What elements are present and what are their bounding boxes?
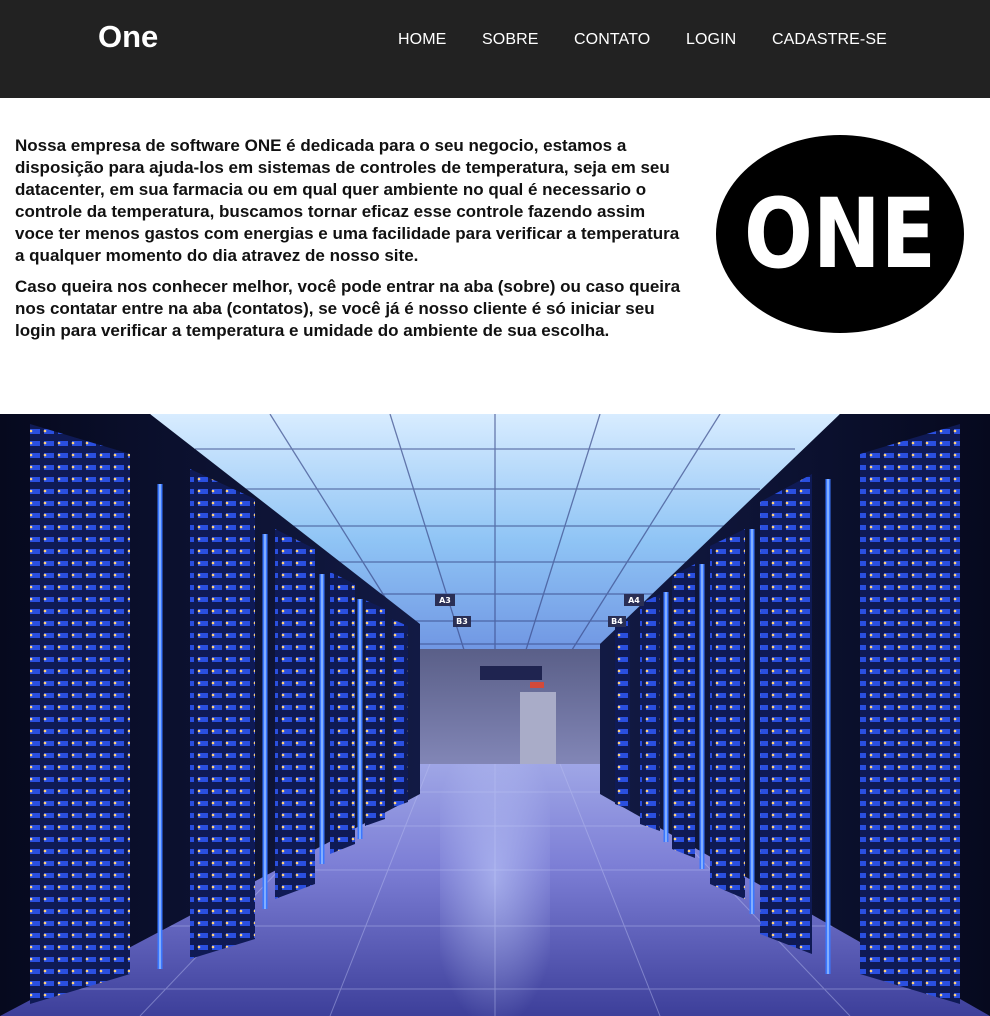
sign-b3: B3 xyxy=(456,617,468,626)
intro-section: Nossa empresa de software ONE é dedicada… xyxy=(15,135,685,351)
nav-home[interactable]: HOME xyxy=(398,30,446,50)
intro-brand-name: ONE xyxy=(244,136,282,155)
intro-paragraph-1: Nossa empresa de software ONE é dedicada… xyxy=(15,135,685,267)
intro-paragraph-2: Caso queira nos conhecer melhor, você po… xyxy=(15,277,681,340)
nav-contato[interactable]: CONTATO xyxy=(574,30,650,50)
sign-a3: A3 xyxy=(439,596,451,605)
sign-a4: A4 xyxy=(628,596,640,605)
main-nav: HOME SOBRE CONTATO LOGIN CADASTRE-SE xyxy=(0,30,990,52)
logo-text: ONE xyxy=(744,178,936,290)
site-header: One HOME SOBRE CONTATO LOGIN CADASTRE-SE xyxy=(0,0,990,98)
nav-login[interactable]: LOGIN xyxy=(686,30,736,50)
datacenter-corridor-image: A3 A4 B3 B4 xyxy=(0,414,990,1016)
intro-p1-start: Nossa empresa de software xyxy=(15,136,245,155)
nav-sobre[interactable]: SOBRE xyxy=(482,30,539,50)
sign-b4: B4 xyxy=(611,617,623,626)
intro-p1-rest: é dedicada para o seu negocio, estamos a… xyxy=(15,136,680,265)
one-logo-icon: ONE xyxy=(716,135,964,333)
nav-cadastre-se[interactable]: CADASTRE-SE xyxy=(772,30,887,50)
